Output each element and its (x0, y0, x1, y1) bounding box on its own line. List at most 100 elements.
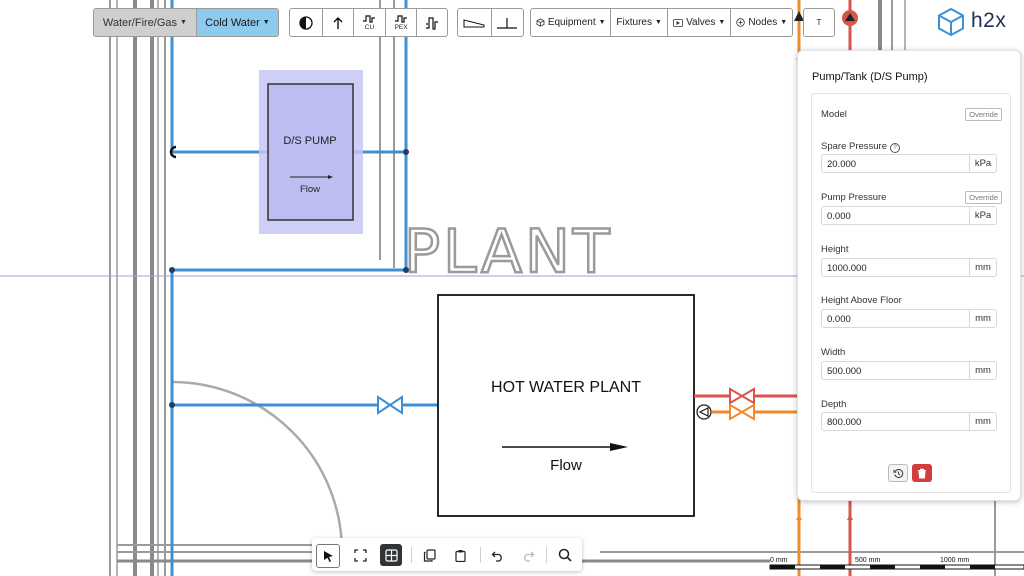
cursor-icon (323, 550, 333, 562)
width-value: 500.000 (827, 366, 862, 377)
pex-pipe-button[interactable]: PEX (384, 9, 417, 36)
subsystem-dropdown-label: Cold Water (205, 16, 260, 29)
fit-view-button[interactable] (349, 544, 371, 566)
system-selector: Water/Fire/Gas ▼ Cold Water ▼ (93, 8, 279, 37)
depth-input[interactable]: 800.000 mm (821, 412, 997, 431)
text-tool-button[interactable]: T (804, 9, 834, 36)
nodes-menu-label: Nodes (748, 17, 778, 28)
double-pipe-icon (426, 16, 439, 30)
properties-panel: Pump/Tank (D/S Pump) Model Override Spar… (797, 50, 1021, 501)
select-tool-button[interactable] (316, 544, 340, 568)
grid-snap-button[interactable] (380, 544, 402, 566)
toolbar-divider (546, 547, 547, 563)
pex-label: PEX (394, 24, 408, 31)
equipment-menu[interactable]: Equipment ▼ (531, 9, 610, 36)
system-dropdown[interactable]: Water/Fire/Gas ▼ (94, 9, 196, 36)
tee-icon (497, 17, 518, 29)
slope-tools (457, 8, 524, 37)
width-label: Width (821, 347, 846, 358)
redo-button[interactable] (517, 544, 539, 566)
copy-button[interactable] (418, 544, 440, 566)
add-node-icon (736, 18, 746, 27)
warm-water-valve-icon[interactable] (729, 403, 755, 421)
system-dropdown-label: Water/Fire/Gas (102, 16, 178, 29)
slope-icon (463, 18, 485, 27)
trash-icon (918, 468, 926, 478)
slope-tool-button[interactable] (458, 9, 491, 36)
reset-button[interactable] (888, 464, 908, 482)
copper-pipe-button[interactable]: CU (353, 9, 385, 36)
depth-unit: mm (969, 413, 996, 430)
equipment-menu-label: Equipment (547, 17, 596, 28)
toolbar-divider (480, 547, 481, 563)
riser-tool-button[interactable] (321, 9, 354, 36)
scale-bar: 0 mm 500 mm 1000 mm (769, 557, 1024, 570)
scale-end: 1000 mm (940, 557, 969, 564)
pump-flow-label: Flow (300, 184, 320, 195)
pump-pressure-value: 0.000 (827, 211, 851, 222)
undo-icon (491, 551, 502, 562)
help-icon[interactable]: ? (890, 143, 901, 153)
pump-pressure-unit: kPa (969, 207, 996, 224)
history-icon (892, 468, 903, 478)
valves-menu[interactable]: Valves ▼ (666, 9, 731, 36)
height-input[interactable]: 1000.000 mm (821, 258, 997, 277)
panel-title: Pump/Tank (D/S Pump) (812, 71, 928, 83)
delete-button[interactable] (912, 464, 932, 482)
undo-button[interactable] (486, 544, 508, 566)
insert-menus: Equipment ▼ Fixtures ▼ Valves ▼ Nodes ▼ (530, 8, 793, 37)
model-label: Model (821, 109, 847, 120)
subsystem-dropdown[interactable]: Cold Water ▼ (195, 9, 278, 36)
model-override-button[interactable]: Override (965, 108, 1002, 121)
tee-tool-button[interactable] (490, 9, 523, 36)
pump-label: D/S PUMP (283, 135, 336, 147)
depth-label: Depth (821, 399, 847, 410)
hot-water-plant[interactable]: HOT WATER PLANT Flow (437, 294, 695, 517)
plant-label: HOT WATER PLANT (491, 379, 641, 396)
pump-pressure-input[interactable]: 0.000 kPa (821, 206, 997, 225)
bottom-toolbar (312, 538, 582, 571)
text-tool-label: T (816, 18, 822, 27)
valve-icon (673, 18, 683, 27)
arrow-up-icon (333, 16, 343, 29)
text-tool: T (803, 8, 835, 37)
pipe-tools: CU PEX (289, 8, 448, 37)
hot-water-valve-icon[interactable] (729, 387, 755, 405)
plant-flow-label: Flow (550, 457, 582, 474)
toolbar-divider (411, 547, 412, 563)
pump-pressure-override-button[interactable]: Override (965, 191, 1002, 204)
fixtures-menu-label: Fixtures (616, 17, 652, 28)
height-above-floor-label: Height Above Floor (821, 295, 902, 306)
depth-value: 800.000 (827, 417, 862, 428)
hexagon-logo-icon (938, 7, 964, 37)
contrast-tool-button[interactable] (290, 9, 322, 36)
warm-water-pipes[interactable] (712, 0, 801, 576)
pipe-wave-icon (363, 15, 376, 23)
valves-menu-label: Valves (686, 17, 716, 28)
clipboard-icon (454, 549, 466, 562)
gate-valve-icon[interactable] (377, 395, 403, 415)
search-button[interactable] (554, 544, 576, 566)
fit-screen-icon (353, 548, 367, 562)
circulation-pump-icon[interactable] (696, 404, 712, 420)
fixtures-menu[interactable]: Fixtures ▼ (610, 9, 667, 36)
ds-pump[interactable]: D/S PUMP Flow (259, 70, 363, 234)
height-above-floor-input[interactable]: 0.000 mm (821, 309, 997, 328)
nodes-menu[interactable]: Nodes ▼ (730, 9, 792, 36)
paste-button[interactable] (449, 544, 471, 566)
height-label: Height (821, 244, 849, 255)
width-input[interactable]: 500.000 mm (821, 361, 997, 380)
spare-pressure-label: Spare Pressure? (821, 141, 901, 153)
properties-form: Model Override Spare Pressure? 20.000 kP… (811, 93, 1011, 493)
spare-pressure-input[interactable]: 20.000 kPa (821, 154, 997, 173)
pump-pressure-label: Pump Pressure (821, 192, 887, 203)
grid-icon (384, 548, 398, 562)
scale-zero: 0 mm (770, 557, 788, 564)
cube-icon (536, 18, 545, 27)
spare-pressure-value: 20.000 (827, 159, 857, 170)
contrast-icon (299, 15, 313, 30)
double-pipe-button[interactable] (416, 9, 447, 36)
room-label: PLANT (404, 217, 613, 287)
height-value: 1000.000 (827, 263, 867, 274)
redo-icon (523, 551, 534, 562)
